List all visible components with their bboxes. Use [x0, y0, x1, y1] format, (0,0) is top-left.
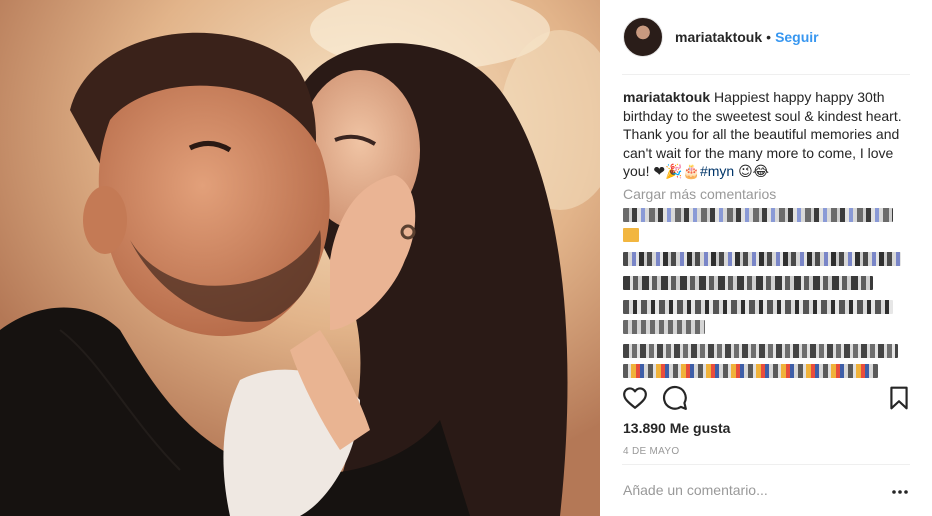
obscured-comments — [623, 208, 913, 388]
obscured-comment-line — [623, 320, 705, 334]
comment-icon — [663, 385, 687, 410]
avatar[interactable] — [623, 17, 663, 57]
obscured-comment-line — [623, 364, 878, 378]
follow-button[interactable]: Seguir — [775, 29, 819, 45]
header-divider — [622, 74, 910, 75]
obscured-comment-line — [623, 344, 898, 358]
heart-icon — [623, 387, 647, 409]
photo-illustration — [0, 0, 600, 516]
comment-button[interactable] — [662, 385, 688, 411]
obscured-comment-line — [623, 208, 893, 222]
likes-count[interactable]: 13.890 Me gusta — [623, 420, 730, 436]
header-text: mariataktouk • Seguir — [675, 29, 819, 45]
post-date[interactable]: 4 DE MAYO — [623, 446, 679, 457]
header-separator: • — [766, 29, 772, 45]
obscured-comment-line — [623, 276, 873, 290]
obscured-comment-line — [623, 228, 639, 242]
post-caption: mariataktouk Happiest happy happy 30th b… — [623, 88, 913, 182]
save-button[interactable] — [886, 385, 912, 411]
more-options-icon — [892, 490, 908, 494]
post-header: mariataktouk • Seguir — [600, 0, 932, 75]
caption-emojis: ❤🎉🎂 — [653, 164, 700, 180]
caption-end-emojis: 😉😂 — [738, 164, 770, 180]
load-more-comments-link[interactable]: Cargar más comentarios — [623, 186, 776, 202]
bookmark-icon — [890, 386, 908, 410]
action-bar — [622, 385, 912, 415]
obscured-comment-line — [623, 300, 893, 314]
more-options-button[interactable] — [890, 483, 910, 499]
caption-hashtag[interactable]: #myn — [700, 163, 734, 179]
comment-divider — [622, 464, 910, 465]
post-side-panel: mariataktouk • Seguir mariataktouk Happies… — [600, 0, 932, 516]
add-comment-input[interactable] — [623, 477, 853, 503]
header-username[interactable]: mariataktouk — [675, 29, 762, 45]
obscured-comment-line — [623, 252, 901, 266]
post-photo[interactable] — [0, 0, 600, 516]
caption-username[interactable]: mariataktouk — [623, 89, 710, 105]
like-button[interactable] — [622, 385, 648, 411]
